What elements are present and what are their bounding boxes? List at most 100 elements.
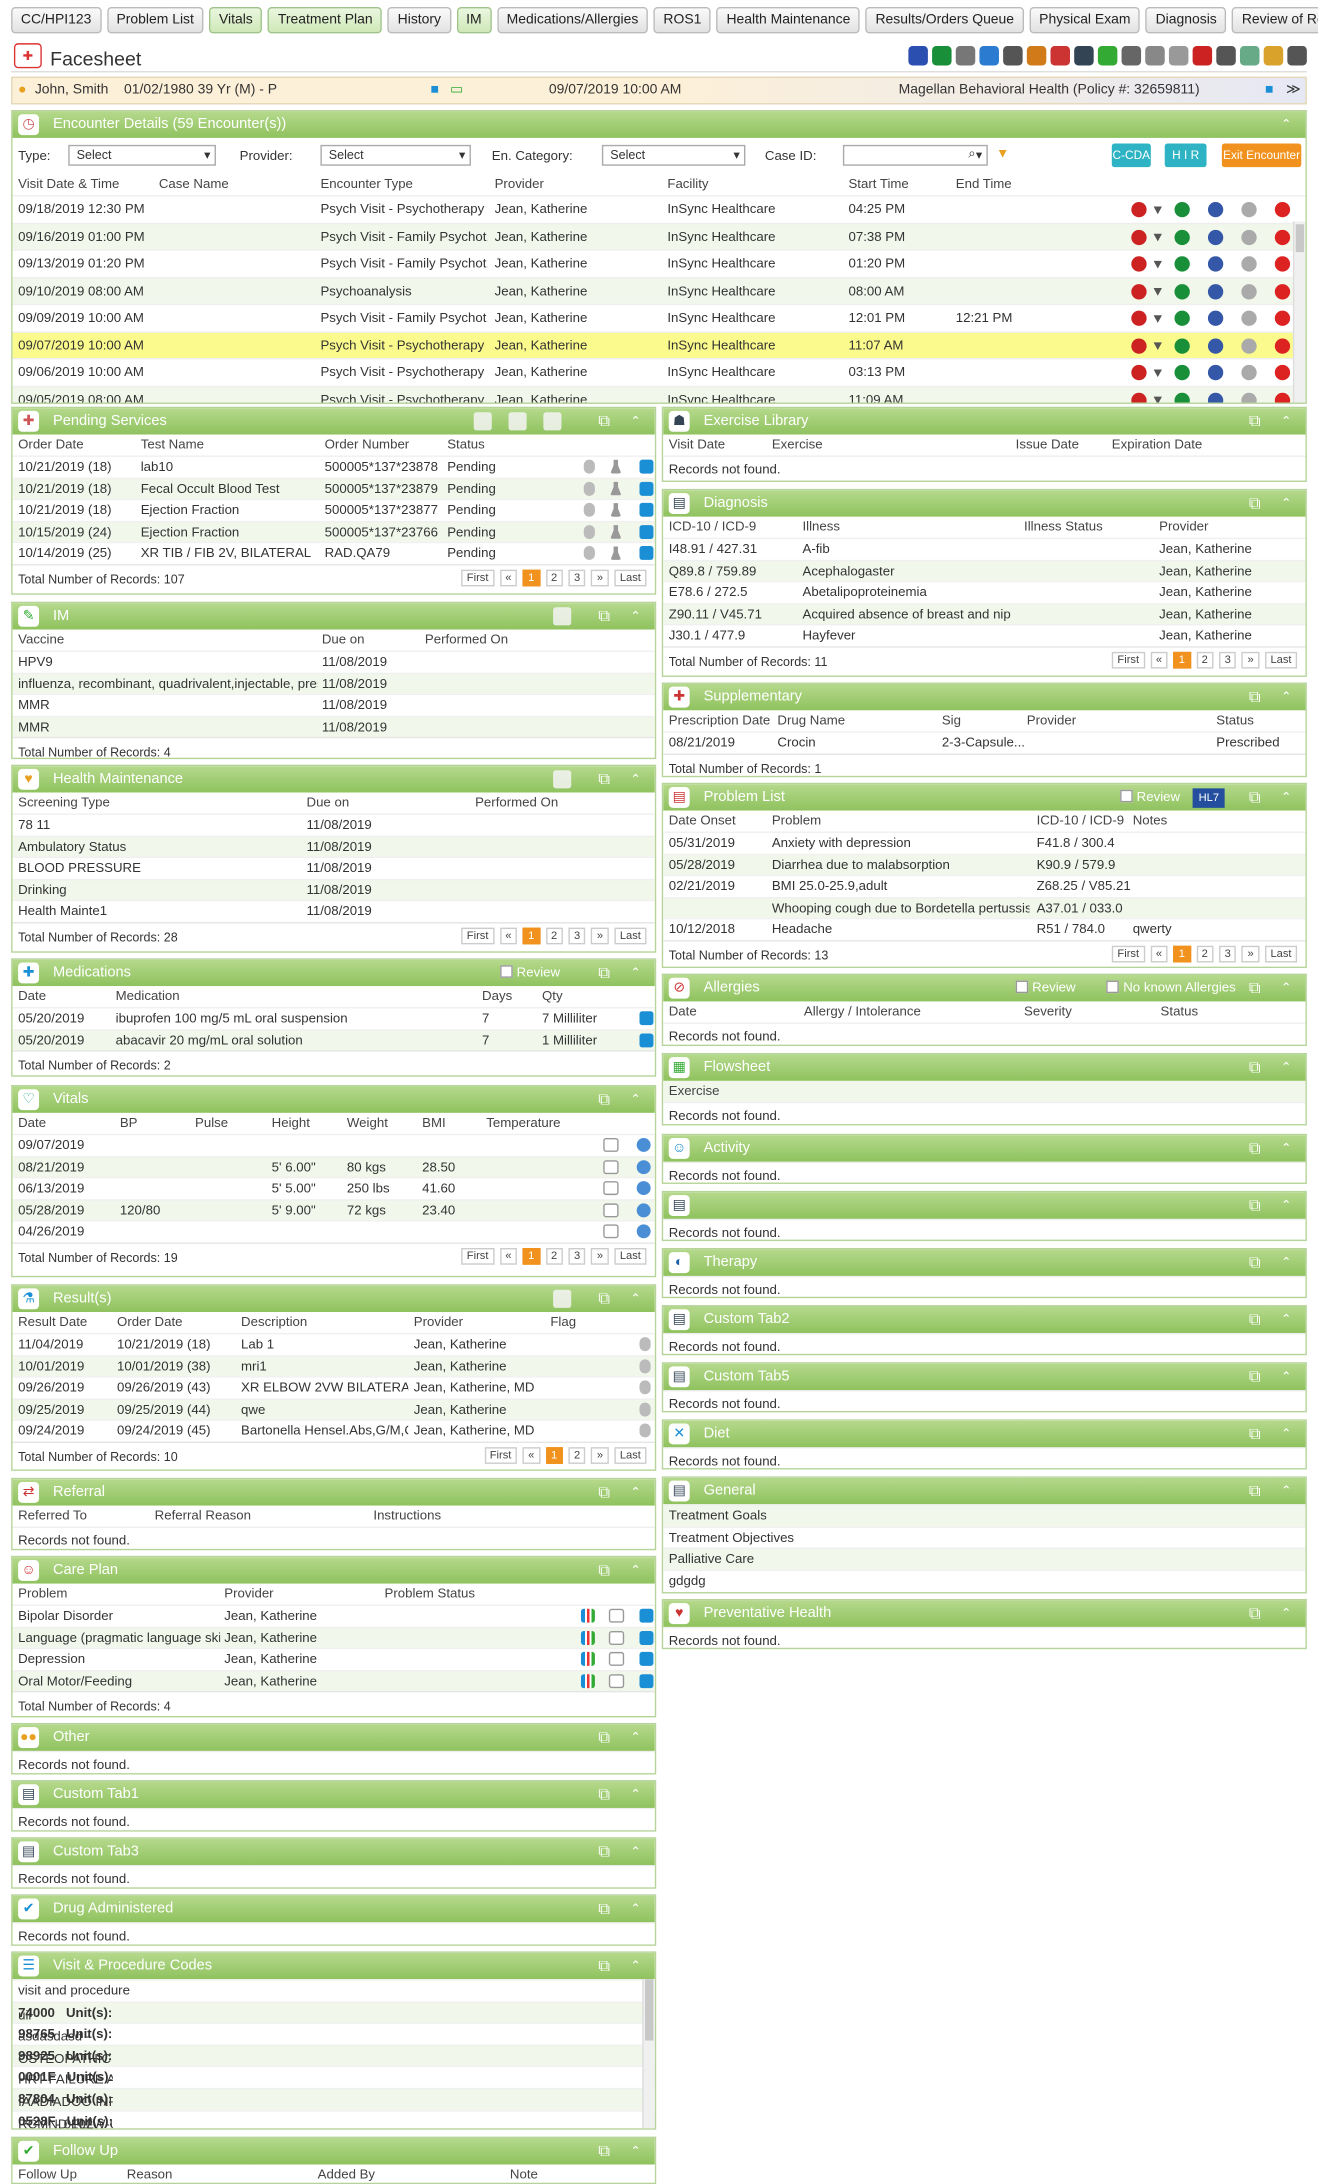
careplan-row[interactable]: Oral Motor/Feeding Jean, Katherine bbox=[12, 1669, 655, 1692]
exit-encounter-button[interactable]: Exit Encounter bbox=[1221, 143, 1302, 168]
attachment-icon[interactable] bbox=[583, 524, 595, 539]
first-page-button[interactable]: First bbox=[1111, 651, 1145, 669]
collapse-icon[interactable]: ⌃ bbox=[1281, 684, 1292, 710]
im-row[interactable]: influenza, recombinant, quadrivalent,inj… bbox=[12, 672, 655, 694]
tab-8[interactable]: Health Maintenance bbox=[716, 6, 861, 34]
info-icon[interactable] bbox=[639, 1652, 654, 1667]
pending-row[interactable]: 10/21/2019 (18) Ejection Fraction 500005*1… bbox=[12, 498, 655, 521]
popout-icon[interactable]: ⧉ bbox=[598, 408, 610, 434]
message-icon[interactable] bbox=[603, 1137, 619, 1152]
collapse-icon[interactable]: ⌃ bbox=[1281, 1192, 1292, 1218]
popout-icon[interactable]: ⧉ bbox=[1249, 408, 1261, 434]
ccda-button[interactable]: C-CDA bbox=[1111, 143, 1151, 168]
form-icon[interactable] bbox=[1241, 392, 1257, 403]
results-col-3[interactable]: Provider bbox=[414, 1315, 463, 1330]
diagnosis-col-2[interactable]: Illness Status bbox=[1024, 520, 1103, 535]
message-icon[interactable] bbox=[608, 1608, 625, 1623]
next-page-button[interactable]: » bbox=[1241, 651, 1260, 669]
last-page-button[interactable]: Last bbox=[1264, 651, 1298, 669]
diagnosis-row[interactable]: Z90.11 / V45.71 Acquired absence of breas… bbox=[663, 602, 1306, 625]
prev-page-button[interactable]: « bbox=[1150, 945, 1168, 963]
encounter-row[interactable]: 09/10/2019 08:00 AM Psychoanalysis Jean, K… bbox=[12, 276, 1306, 304]
target-icon[interactable] bbox=[1274, 337, 1291, 354]
encounter-row[interactable]: 09/16/2019 01:00 PM Psych Visit - Family … bbox=[12, 222, 1306, 250]
procedure-code-row[interactable]: IAADIADOO INFLUENZA - 87804 Unit(s): 1.0… bbox=[12, 2087, 655, 2110]
vitals-col-2[interactable]: Pulse bbox=[195, 1116, 228, 1131]
procedure-code-row[interactable]: OSTEOPATHIC MANIPULATIVE TX 1-2 BODY REG… bbox=[12, 2044, 655, 2067]
followup-col-0[interactable]: Follow Up bbox=[18, 2167, 77, 2182]
hm-col-2[interactable]: Performed On bbox=[475, 795, 558, 810]
first-page-button[interactable]: First bbox=[484, 1447, 517, 1464]
collapse-icon[interactable]: ⌃ bbox=[1281, 1307, 1292, 1333]
attachment-icon[interactable] bbox=[583, 481, 595, 496]
attachment-icon[interactable] bbox=[639, 1358, 651, 1373]
careplan-row[interactable]: Depression Jean, Katherine bbox=[12, 1648, 655, 1670]
message-icon[interactable] bbox=[608, 1652, 625, 1667]
procedure-code-row[interactable]: RCMND FLLW-UP 2ND CLNSCPY 10/> YRS DOCD … bbox=[12, 2109, 655, 2128]
popout-icon[interactable]: ⧉ bbox=[598, 960, 610, 986]
popout-icon[interactable]: ⧉ bbox=[598, 1286, 610, 1312]
vitals-col-6[interactable]: Temperature bbox=[486, 1116, 560, 1131]
referral-col-0[interactable]: Referred To bbox=[18, 1508, 87, 1523]
popout-icon[interactable]: ⧉ bbox=[1249, 684, 1261, 710]
procedure-code-row[interactable]: asdasdasd - 98765 Unit(s): 1.00 bbox=[12, 2022, 655, 2045]
tab-2[interactable]: Vitals bbox=[209, 6, 263, 34]
first-page-button[interactable]: First bbox=[461, 569, 495, 587]
prev-page-button[interactable]: « bbox=[499, 569, 517, 587]
hir-button[interactable]: H I R bbox=[1164, 143, 1207, 168]
edit-list-icon[interactable] bbox=[553, 607, 572, 626]
cloud-icon[interactable] bbox=[979, 45, 999, 66]
meds-col-3[interactable]: Qty bbox=[542, 989, 563, 1004]
popout-icon[interactable]: ⧉ bbox=[1249, 1600, 1261, 1626]
collapse-icon[interactable]: ⌃ bbox=[630, 408, 641, 434]
exercise-col-0[interactable]: Visit Date bbox=[669, 437, 725, 452]
review-checkbox[interactable]: Review bbox=[1015, 975, 1076, 1001]
vitals-icon[interactable] bbox=[636, 1203, 651, 1218]
lab-icon[interactable] bbox=[610, 481, 622, 496]
pending-row[interactable]: 10/21/2019 (18) Fecal Occult Blood Test 50… bbox=[12, 477, 655, 499]
popout-icon[interactable]: ⧉ bbox=[598, 1479, 610, 1505]
encounter-row[interactable]: 09/13/2019 01:20 PM Psych Visit - Family … bbox=[12, 249, 1306, 276]
encounter-col-4[interactable]: Facility bbox=[667, 177, 708, 192]
attachment-icon[interactable] bbox=[583, 459, 595, 474]
supp-col-1[interactable]: Drug Name bbox=[777, 713, 845, 728]
page-1-button[interactable]: 1 bbox=[522, 1247, 540, 1265]
attachment-icon[interactable] bbox=[583, 546, 595, 561]
popout-icon[interactable]: ⧉ bbox=[1249, 975, 1261, 1001]
page-1-button[interactable]: 1 bbox=[522, 569, 540, 587]
im-col-1[interactable]: Due on bbox=[322, 632, 365, 647]
page-1-button[interactable]: 1 bbox=[545, 1447, 563, 1464]
supp-col-0[interactable]: Prescription Date bbox=[669, 713, 771, 728]
vitals-col-5[interactable]: BMI bbox=[422, 1116, 446, 1131]
general-item[interactable]: Treatment Goals bbox=[663, 1504, 1306, 1527]
next-page-button[interactable]: » bbox=[591, 1247, 609, 1265]
problems-col-0[interactable]: Date Onset bbox=[669, 813, 736, 828]
download-icon[interactable] bbox=[1174, 392, 1190, 403]
target-icon[interactable] bbox=[1274, 310, 1291, 326]
page-3-button[interactable]: 3 bbox=[1219, 945, 1237, 963]
report-icon[interactable] bbox=[508, 412, 527, 431]
form-icon[interactable] bbox=[1241, 364, 1257, 381]
exercise-col-2[interactable]: Issue Date bbox=[1016, 437, 1079, 452]
download-icon[interactable] bbox=[1174, 310, 1190, 326]
download-icon[interactable] bbox=[1174, 256, 1190, 272]
download-icon[interactable] bbox=[1174, 337, 1190, 354]
edit-icon[interactable] bbox=[1207, 201, 1224, 218]
tab-10[interactable]: Physical Exam bbox=[1029, 6, 1141, 34]
popout-icon[interactable]: ⧉ bbox=[598, 1953, 610, 1979]
face-icon[interactable] bbox=[1131, 337, 1147, 354]
info-icon[interactable] bbox=[639, 524, 654, 539]
form-icon[interactable] bbox=[1241, 256, 1257, 272]
info-icon[interactable] bbox=[639, 546, 654, 561]
collapse-icon[interactable]: ⌃ bbox=[1281, 408, 1292, 434]
info-icon[interactable] bbox=[639, 1011, 654, 1026]
diagnosis-col-1[interactable]: Illness bbox=[803, 520, 841, 535]
pending-col-2[interactable]: Order Number bbox=[325, 437, 410, 452]
vitals-icon[interactable] bbox=[636, 1137, 651, 1152]
message-icon[interactable] bbox=[603, 1224, 619, 1239]
collapse-icon[interactable]: ⌃ bbox=[630, 1896, 641, 1922]
problems-row[interactable]: 02/21/2019 BMI 25.0-25.9,adult Z68.25 / V8… bbox=[663, 874, 1306, 897]
last-page-button[interactable]: Last bbox=[614, 1247, 647, 1265]
pending-col-1[interactable]: Test Name bbox=[141, 437, 204, 452]
collapse-icon[interactable]: ⌃ bbox=[1281, 1364, 1292, 1390]
